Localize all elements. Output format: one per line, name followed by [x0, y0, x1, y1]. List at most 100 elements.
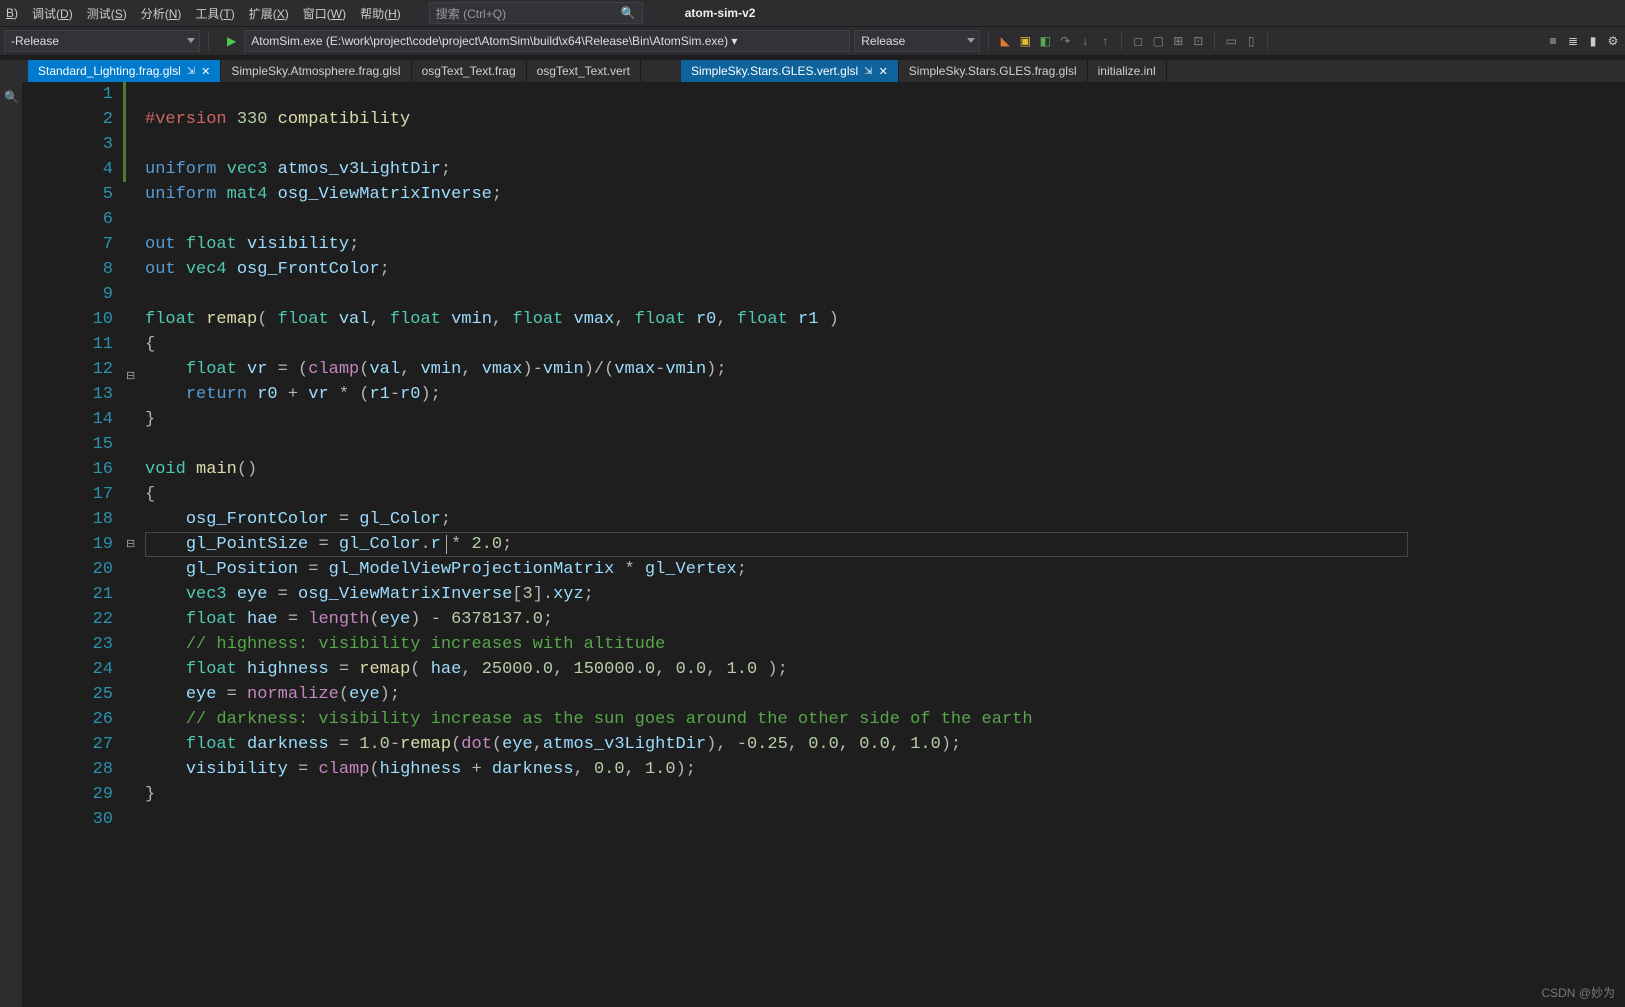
tab-label: osgText_Text.vert — [537, 64, 630, 78]
tool-icon[interactable]: ▭ — [1223, 33, 1239, 49]
code-line[interactable] — [145, 132, 1033, 157]
tool-icon[interactable]: ◻ — [1130, 33, 1146, 49]
tool-icon[interactable]: ≡ — [1545, 33, 1561, 49]
code-editor[interactable]: 1234567891011121314151617181920212223242… — [23, 82, 1408, 1007]
line-number: 10 — [23, 307, 123, 332]
code-line[interactable]: gl_Position = gl_ModelViewProjectionMatr… — [145, 557, 1033, 582]
code-line[interactable]: { — [145, 482, 1033, 507]
bookmark-icon[interactable]: ▮ — [1585, 33, 1601, 49]
line-number: 26 — [23, 707, 123, 732]
code-line[interactable] — [145, 82, 1033, 107]
build-config-dropdown[interactable]: Release — [854, 30, 980, 52]
line-number: 9 — [23, 282, 123, 307]
tool-icon[interactable]: ▣ — [1017, 33, 1033, 49]
step-out-icon[interactable]: ↑ — [1097, 33, 1113, 49]
pin-icon[interactable]: ⇲ — [187, 66, 195, 77]
code-line[interactable] — [145, 282, 1033, 307]
fold-toggle — [126, 670, 140, 698]
fold-toggle[interactable]: ⊟ — [126, 530, 140, 558]
search-icon[interactable]: 🔍 — [4, 90, 18, 104]
line-number: 14 — [23, 407, 123, 432]
code-line[interactable]: // darkness: visibility increase as the … — [145, 707, 1033, 732]
line-number: 2 — [23, 107, 123, 132]
debug-target-dropdown[interactable]: AtomSim.exe (E:\work\project\code\projec… — [244, 30, 850, 52]
menu-help[interactable]: 帮助(H) — [360, 5, 401, 22]
tab-standard-lighting[interactable]: Standard_Lighting.frag.glsl ⇲ ✕ — [28, 60, 221, 82]
close-icon[interactable]: ✕ — [201, 65, 210, 78]
code-line[interactable]: out float visibility; — [145, 232, 1033, 257]
tool-icon[interactable]: ◣ — [997, 33, 1013, 49]
tab-label: SimpleSky.Stars.GLES.frag.glsl — [909, 64, 1077, 78]
line-number: 29 — [23, 782, 123, 807]
line-number: 22 — [23, 607, 123, 632]
code-line[interactable]: } — [145, 407, 1033, 432]
search-box[interactable]: 搜索 (Ctrl+Q) 🔍 — [429, 2, 643, 24]
code-line[interactable] — [145, 207, 1033, 232]
code-line[interactable]: // highness: visibility increases with a… — [145, 632, 1033, 657]
tool-icon[interactable]: ⊞ — [1170, 33, 1186, 49]
menu-extensions[interactable]: 扩展(X) — [249, 5, 289, 22]
tool-icon[interactable]: ◧ — [1037, 33, 1053, 49]
play-icon[interactable]: ▶ — [227, 34, 236, 48]
fold-toggle — [126, 138, 140, 166]
tab-osgtext-frag[interactable]: osgText_Text.frag — [412, 60, 527, 82]
code-line[interactable]: float highness = remap( hae, 25000.0, 15… — [145, 657, 1033, 682]
menu-debug[interactable]: 调试(D) — [32, 5, 73, 22]
code-line[interactable]: } — [145, 782, 1033, 807]
toolbar: -Release ▶ AtomSim.exe (E:\work\project\… — [0, 26, 1625, 56]
fold-toggle[interactable]: ⊟ — [126, 362, 140, 390]
config-dropdown[interactable]: -Release — [4, 30, 200, 52]
menu-tools[interactable]: 工具(T) — [195, 5, 234, 22]
tab-simplesky-atmosphere[interactable]: SimpleSky.Atmosphere.frag.glsl — [221, 60, 411, 82]
code-line[interactable] — [145, 807, 1033, 832]
fold-toggle — [126, 194, 140, 222]
code-line[interactable]: float remap( float val, float vmin, floa… — [145, 307, 1033, 332]
line-number: 8 — [23, 257, 123, 282]
code-line[interactable]: #version 330 compatibility — [145, 107, 1033, 132]
pin-icon[interactable]: ⇲ — [864, 66, 872, 77]
step-into-icon[interactable]: ↓ — [1077, 33, 1093, 49]
code-line[interactable]: eye = normalize(eye); — [145, 682, 1033, 707]
code-line[interactable]: uniform vec3 atmos_v3LightDir; — [145, 157, 1033, 182]
code-line[interactable]: float hae = length(eye) - 6378137.0; — [145, 607, 1033, 632]
menu-test[interactable]: 测试(S) — [87, 5, 127, 22]
menu-b[interactable]: B) — [6, 6, 18, 20]
code-line[interactable]: { — [145, 332, 1033, 357]
fold-toggle — [126, 446, 140, 474]
tool-icon[interactable]: ⊡ — [1190, 33, 1206, 49]
fold-toggle — [126, 754, 140, 782]
close-icon[interactable]: ✕ — [879, 65, 888, 78]
code-line[interactable]: gl_PointSize = gl_Color.r * 2.0; — [145, 532, 1033, 557]
tab-label: SimpleSky.Atmosphere.frag.glsl — [231, 64, 400, 78]
menu-analyze[interactable]: 分析(N) — [141, 5, 182, 22]
code-line[interactable]: visibility = clamp(highness + darkness, … — [145, 757, 1033, 782]
line-number: 13 — [23, 382, 123, 407]
code-line[interactable]: void main() — [145, 457, 1033, 482]
step-over-icon[interactable]: ↷ — [1057, 33, 1073, 49]
code-line[interactable]: vec3 eye = osg_ViewMatrixInverse[3].xyz; — [145, 582, 1033, 607]
tab-osgtext-vert[interactable]: osgText_Text.vert — [527, 60, 641, 82]
code-line[interactable]: float darkness = 1.0-remap(dot(eye,atmos… — [145, 732, 1033, 757]
fold-toggle — [126, 390, 140, 418]
code-line[interactable]: osg_FrontColor = gl_Color; — [145, 507, 1033, 532]
tool-icon[interactable]: ≣ — [1565, 33, 1581, 49]
tab-label: SimpleSky.Stars.GLES.vert.glsl — [691, 64, 858, 78]
tab-simplesky-stars-vert[interactable]: SimpleSky.Stars.GLES.vert.glsl ⇲ ✕ — [681, 60, 899, 82]
tab-simplesky-stars-frag[interactable]: SimpleSky.Stars.GLES.frag.glsl — [899, 60, 1088, 82]
code-line[interactable]: float vr = (clamp(val, vmin, vmax)-vmin)… — [145, 357, 1033, 382]
tool-icon[interactable]: ▯ — [1243, 33, 1259, 49]
code-line[interactable]: uniform mat4 osg_ViewMatrixInverse; — [145, 182, 1033, 207]
tool-icon[interactable]: ▢ — [1150, 33, 1166, 49]
tab-label: initialize.inl — [1098, 64, 1156, 78]
code-area[interactable]: #version 330 compatibility uniform vec3 … — [145, 82, 1033, 832]
menu-window[interactable]: 窗口(W) — [303, 5, 346, 22]
code-line[interactable]: return r0 + vr * (r1-r0); — [145, 382, 1033, 407]
tab-initialize[interactable]: initialize.inl — [1088, 60, 1167, 82]
tool-icon[interactable]: ⚙ — [1605, 33, 1621, 49]
line-number: 23 — [23, 632, 123, 657]
line-number: 15 — [23, 432, 123, 457]
tab-bar: Standard_Lighting.frag.glsl ⇲ ✕ SimpleSk… — [0, 60, 1625, 82]
code-line[interactable]: out vec4 osg_FrontColor; — [145, 257, 1033, 282]
code-line[interactable] — [145, 432, 1033, 457]
tab-label: osgText_Text.frag — [422, 64, 516, 78]
